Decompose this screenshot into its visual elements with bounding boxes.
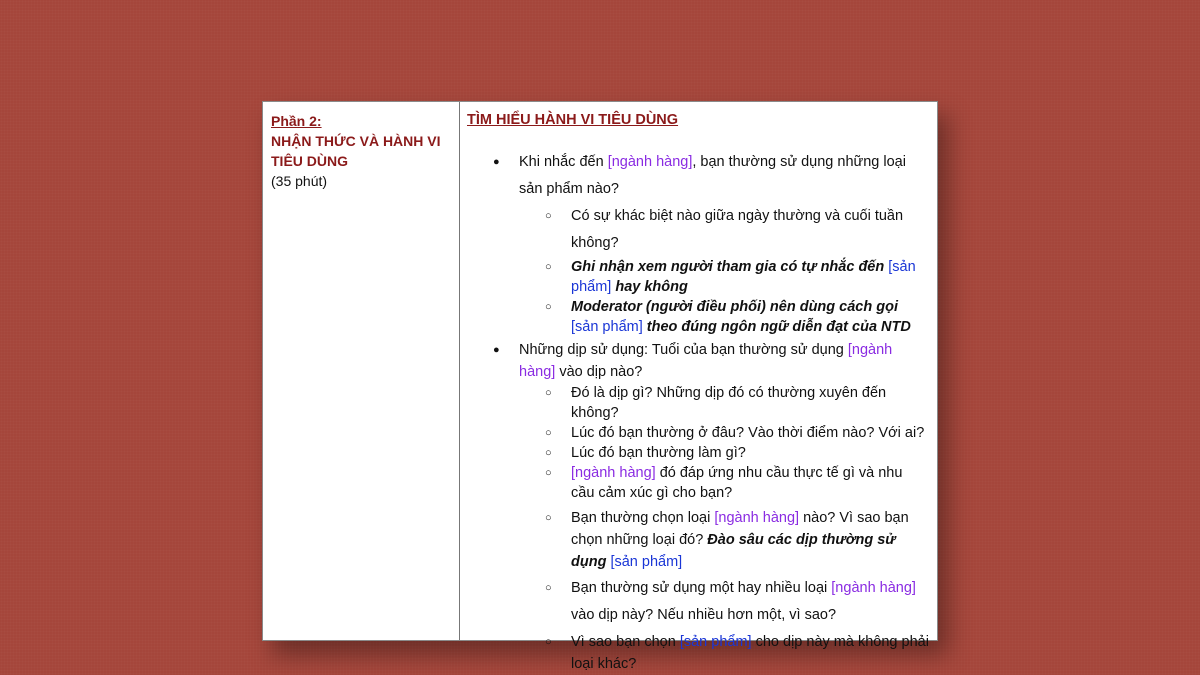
- category-tag: [ngành hàng]: [607, 154, 693, 170]
- filled-bullet-icon: ●: [493, 156, 500, 168]
- hollow-bullet-icon: ○: [545, 301, 552, 313]
- section-content-column: TÌM HIỂU HÀNH VI TIÊU DÙNG ● Khi nhắc đế…: [460, 102, 937, 672]
- section-heading-line2: TIÊU DÙNG: [271, 153, 348, 169]
- hollow-bullet-icon: ○: [545, 210, 552, 222]
- section-label-column: Phần 2: NHẬN THỨC VÀ HÀNH VI TIÊU DÙNG (…: [263, 102, 460, 640]
- document-page: Phần 2: NHẬN THỨC VÀ HÀNH VI TIÊU DÙNG (…: [262, 101, 938, 672]
- section-heading-line1: NHẬN THỨC VÀ HÀNH VI: [271, 133, 441, 149]
- product-tag: [sản phẩm]: [571, 319, 643, 335]
- hollow-bullet-icon: ○: [545, 261, 552, 273]
- content-title: TÌM HIỂU HÀNH VI TIÊU DÙNG: [467, 112, 679, 128]
- sub-question-item: ○ Đó là dịp gì? Những dịp đó có thường x…: [545, 385, 887, 421]
- moderator-note: ○ Ghi nhận xem người tham gia có tự nhắc…: [545, 259, 916, 295]
- hollow-bullet-icon: ○: [545, 582, 552, 594]
- section-duration: (35 phút): [271, 173, 328, 189]
- moderator-note: ○ Moderator (người điều phối) nên dùng c…: [545, 299, 911, 335]
- hollow-bullet-icon: ○: [545, 512, 552, 524]
- category-tag: [ngành hàng]: [571, 465, 656, 481]
- question-item: ● Những dịp sử dụng: Tuổi của bạn thường…: [467, 339, 929, 383]
- hollow-bullet-icon: ○: [545, 447, 552, 459]
- sub-question-item: ○ Bạn thường chọn loại [ngành hàng] nào?…: [467, 507, 929, 573]
- sub-question-item: ○ Có sự khác biệt nào giữa ngày thường v…: [467, 203, 929, 257]
- category-tag: [ngành hàng]: [831, 580, 916, 596]
- hollow-bullet-icon: ○: [545, 467, 552, 479]
- question-item: ● Khi nhắc đến [ngành hàng], bạn thường …: [467, 149, 929, 203]
- hollow-bullet-icon: ○: [545, 387, 552, 399]
- section-number: Phần 2:: [271, 113, 322, 129]
- question-list: ● Khi nhắc đến [ngành hàng], bạn thường …: [467, 149, 929, 675]
- product-tag: [sản phẩm]: [679, 634, 752, 650]
- hollow-bullet-icon: ○: [545, 427, 552, 439]
- sub-question-item: ○ Lúc đó bạn thường làm gì?: [545, 445, 746, 461]
- sub-question-item: ○ Vì sao bạn chọn [sản phẩm] cho dịp này…: [467, 631, 929, 675]
- sub-question-item: ○ Bạn thường sử dụng một hay nhiều loại …: [467, 575, 929, 629]
- product-tag: [sản phẩm]: [610, 554, 683, 570]
- sub-question-item: ○ [ngành hàng] đó đáp ứng nhu cầu thực t…: [545, 465, 903, 501]
- sub-question-item: ○ Lúc đó bạn thường ở đâu? Vào thời điểm…: [545, 425, 925, 441]
- category-tag: [ngành hàng]: [714, 510, 800, 526]
- filled-bullet-icon: ●: [493, 344, 500, 356]
- hollow-bullet-icon: ○: [545, 636, 552, 648]
